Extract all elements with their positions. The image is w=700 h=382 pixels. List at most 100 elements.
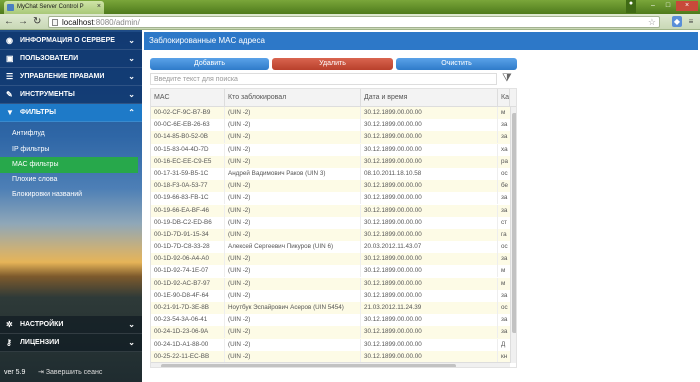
sidebar-footer: ver 5.9 ⇥ Завершить сеанс [0, 364, 142, 382]
cell-blocked-by: (UIN -2) [225, 253, 361, 266]
users-icon: ▣ [6, 54, 14, 63]
page-title: Заблокированные MAC адреса [144, 32, 517, 50]
bookmark-star-icon[interactable]: ☆ [648, 17, 656, 28]
sidebar-subitem-2[interactable]: MAC фильтры [0, 157, 138, 173]
table-row[interactable]: 00-16-EC-EE-C9-E5 (UIN -2) 30.12.1899.00.0… [151, 155, 510, 168]
cell-comment: кн [501, 352, 508, 360]
column-header-comment[interactable]: Ка [498, 89, 510, 107]
column-header-datetime[interactable]: Дата и время [361, 89, 498, 107]
maximize-button[interactable]: □ [661, 1, 675, 11]
search-input[interactable]: Введите текст для поиска [150, 73, 497, 85]
table-row[interactable]: 00-1E-90-D8-4F-64 (UIN -2) 30.12.1899.00.0… [151, 289, 510, 302]
cell-blocked-by: (UIN -2) [225, 192, 361, 205]
horizontal-scrollbar[interactable] [151, 362, 510, 367]
table-row[interactable]: 00-1D-92-AC-B7-97 (UIN -2) 30.12.1899.00.0… [151, 277, 510, 290]
table-row[interactable]: 00-23-54-3A-06-41 (UIN -2) 30.12.1899.00.0… [151, 314, 510, 327]
tab-close-icon[interactable]: × [97, 3, 101, 10]
table-body: 00-02-CF-9C-B7-B9 (UIN -2) 30.12.1899.00.0… [151, 107, 510, 363]
cell-blocked-by: (UIN -2) [225, 107, 361, 119]
cell-datetime: 30.12.1899.00.00.00 [361, 277, 498, 290]
column-header-mac[interactable]: MAC [151, 89, 225, 107]
cell-blocked-by: (UIN -2) [225, 119, 361, 132]
close-window-button[interactable]: × [676, 1, 698, 11]
logout-link[interactable]: ⇥ Завершить сеанс [38, 364, 102, 382]
vertical-scrollbar[interactable] [510, 107, 516, 363]
table-row[interactable]: 00-19-DB-C2-ED-B6 (UIN -2) 30.12.1899.00.0… [151, 216, 510, 229]
cell-comment: за [501, 255, 508, 263]
clear-button[interactable]: Очистить [396, 58, 517, 70]
browser-tab[interactable]: MyChat Server Control P × [4, 1, 104, 14]
cell-blocked-by: (UIN -2) [225, 143, 361, 156]
cell-mac: 00-19-66-83-FB-1C [151, 192, 225, 205]
extension-icon[interactable]: ◆ [672, 16, 682, 27]
table-row[interactable]: 00-18-F3-0A-53-77 (UIN -2) 30.12.1899.00.0… [151, 180, 510, 193]
browser-titlebar: MyChat Server Control P × ● – □ × [0, 0, 700, 14]
cell-blocked-by: (UIN -2) [225, 314, 361, 327]
cell-datetime: 30.12.1899.00.00.00 [361, 314, 498, 327]
cell-blocked-by: Ноутбук Эспайрович Асеров (UIN 5454) [225, 302, 361, 314]
table-row[interactable]: 00-1D-92-06-A4-A0 (UIN -2) 30.12.1899.00.0… [151, 253, 510, 266]
sidebar-subitem-4[interactable]: Блокировки названий [0, 187, 138, 203]
cell-mac: 00-19-DB-C2-ED-B6 [151, 216, 225, 229]
cell-datetime: 30.12.1899.00.00.00 [361, 338, 498, 351]
address-bar[interactable]: localhost:8080/admin/ ☆ [48, 16, 660, 28]
back-button[interactable]: ← [4, 16, 14, 28]
cell-comment: за [501, 121, 508, 129]
sidebar-item-bottom-1[interactable]: ⚷ ЛИЦЕНЗИИ ⌄ [0, 334, 142, 352]
gears-icon: ✲ [6, 320, 13, 329]
table-row[interactable]: 00-14-85-B0-52-0B (UIN -2) 30.12.1899.00.0… [151, 131, 510, 144]
list-icon: ☰ [6, 72, 14, 81]
sidebar-item-label: ИНСТРУМЕНТЫ [20, 91, 75, 98]
sidebar-item-section-3[interactable]: ✎ ИНСТРУМЕНТЫ ⌄ [0, 86, 142, 104]
table-row[interactable]: 00-0C-6E-EB-26-63 (UIN -2) 30.12.1899.00.0… [151, 119, 510, 132]
sidebar-item-filters[interactable]: ▼ ФИЛЬТРЫ ⌃ [0, 104, 142, 122]
table-row[interactable]: 00-21-91-7D-3E-8B Ноутбук Эспайрович Асер… [151, 302, 510, 315]
filter-icon: ▼ [6, 108, 14, 117]
table-row[interactable]: 00-19-66-EA-BF-46 (UIN -2) 30.12.1899.00.0… [151, 204, 510, 217]
table-row[interactable]: 00-1D-7D-91-15-34 (UIN -2) 30.12.1899.00.0… [151, 228, 510, 242]
profile-icon[interactable]: ● [626, 0, 636, 13]
table-row[interactable]: 00-24-1D-23-06-9A (UIN -2) 30.12.1899.00.0… [151, 326, 510, 339]
horizontal-scroll-thumb[interactable] [161, 364, 456, 367]
cell-datetime: 30.12.1899.00.00.00 [361, 265, 498, 278]
cell-mac: 00-14-85-B0-52-0B [151, 131, 225, 144]
cell-comment: за [501, 194, 508, 202]
minimize-button[interactable]: – [646, 1, 660, 11]
chevron-icon: ⌄ [128, 72, 135, 81]
cell-comment: ос [501, 243, 508, 251]
forward-button[interactable]: → [18, 16, 28, 28]
table-row[interactable]: 00-1D-92-74-1E-07 (UIN -2) 30.12.1899.00.0… [151, 265, 510, 278]
cell-mac: 00-1D-7D-C8-33-28 [151, 241, 225, 254]
table-row[interactable]: 00-1D-7D-C8-33-28 Алексей Сергеевич Пикур… [151, 241, 510, 254]
add-button[interactable]: Добавить [150, 58, 269, 70]
sidebar-item-section-1[interactable]: ▣ ПОЛЬЗОВАТЕЛИ ⌄ [0, 50, 142, 68]
cell-blocked-by: Андрей Вадимович Раков (UIN 3) [225, 167, 361, 180]
vertical-scroll-thumb[interactable] [512, 113, 516, 333]
filter-clear-icon[interactable]: ⧩ [502, 72, 512, 85]
sidebar-subitem-0[interactable]: Антифлуд [0, 126, 138, 142]
cell-datetime: 20.03.2012.11.43.07 [361, 241, 498, 254]
chevron-icon: ⌄ [128, 320, 135, 329]
column-header-blocked-by[interactable]: Кто заблокировал [225, 89, 361, 107]
window-controls: – □ × [646, 1, 698, 11]
table-row[interactable]: 00-15-83-04-4D-7D (UIN -2) 30.12.1899.00.0… [151, 143, 510, 156]
sidebar-item-label: НАСТРОЙКИ [20, 321, 64, 328]
cell-mac: 00-17-31-59-B5-1C [151, 167, 225, 180]
sidebar-item-section-2[interactable]: ☰ УПРАВЛЕНИЕ ПРАВАМИ ⌄ [0, 68, 142, 86]
sidebar-subitem-3[interactable]: Плохие слова [0, 172, 138, 188]
cell-mac: 00-1E-90-D8-4F-64 [151, 289, 225, 302]
sidebar-subitem-1[interactable]: IP фильтры [0, 142, 138, 158]
table-row[interactable]: 00-19-66-83-FB-1C (UIN -2) 30.12.1899.00.0… [151, 192, 510, 205]
menu-icon[interactable]: ≡ [686, 16, 696, 27]
table-row[interactable]: 00-24-1D-A1-88-00 (UIN -2) 30.12.1899.00.0… [151, 338, 510, 351]
delete-button[interactable]: Удалить [272, 58, 393, 70]
cell-datetime: 30.12.1899.00.00.00 [361, 253, 498, 266]
sidebar-item-bottom-0[interactable]: ✲ НАСТРОЙКИ ⌄ [0, 316, 142, 334]
table-row[interactable]: 00-02-CF-9C-B7-B9 (UIN -2) 30.12.1899.00.0… [151, 107, 510, 120]
sidebar-item-section-0[interactable]: ◉ ИНФОРМАЦИЯ О СЕРВЕРЕ ⌄ [0, 32, 142, 50]
table-row[interactable]: 00-17-31-59-B5-1C Андрей Вадимович Раков … [151, 167, 510, 181]
cell-comment: га [501, 230, 507, 238]
cell-mac: 00-19-66-EA-BF-46 [151, 204, 225, 217]
cell-datetime: 08.10.2011.18.10.58 [361, 167, 498, 180]
reload-button[interactable]: ↻ [33, 16, 41, 28]
